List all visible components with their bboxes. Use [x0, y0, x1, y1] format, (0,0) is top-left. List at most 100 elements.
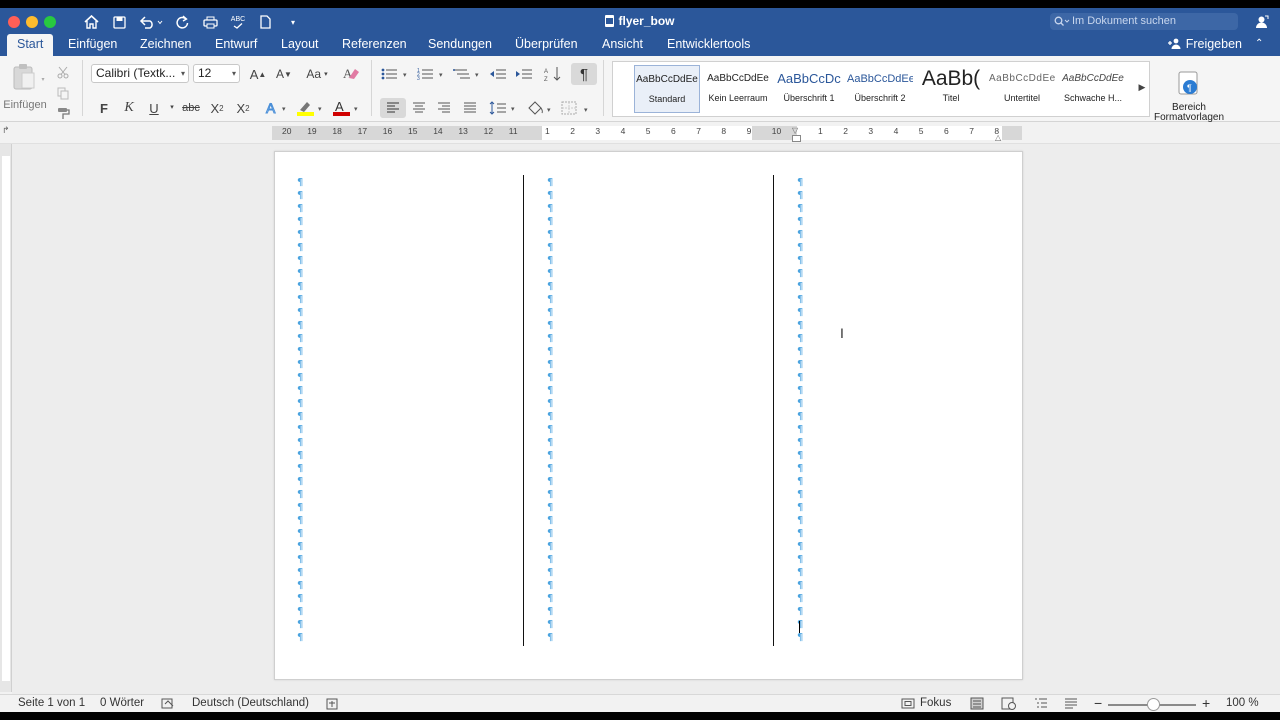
- style-standard[interactable]: AaBbCcDdEe Standard: [634, 65, 700, 113]
- align-left-icon[interactable]: [380, 98, 406, 118]
- left-indent-marker-icon[interactable]: [792, 135, 801, 142]
- paste-options-chevron-icon[interactable]: ▾: [40, 76, 46, 83]
- align-center-icon[interactable]: [409, 98, 429, 118]
- ruler-number: 9: [746, 126, 752, 136]
- style-kein-leerraum[interactable]: AaBbCcDdEe Kein Leerraum: [705, 65, 771, 113]
- tab-einfuegen[interactable]: Einfügen: [68, 34, 117, 56]
- outline-view-icon[interactable]: [1034, 697, 1048, 712]
- paragraph-mark: ¶: [547, 359, 554, 370]
- paragraph-mark: ¶: [547, 580, 554, 591]
- show-formatting-marks-button[interactable]: ¶: [571, 63, 597, 85]
- right-indent-marker-icon[interactable]: △: [995, 133, 1001, 142]
- tab-stop-selector-icon[interactable]: ↱: [2, 125, 10, 136]
- sort-icon[interactable]: AZ: [543, 65, 565, 83]
- style-titel[interactable]: AaBb( Titel: [918, 65, 984, 113]
- feedback-icon[interactable]: [1252, 12, 1270, 32]
- vertical-ruler[interactable]: [0, 144, 12, 692]
- bold-button[interactable]: F: [96, 99, 112, 117]
- chevron-down-icon: ▾: [180, 69, 185, 78]
- underline-options-chevron-icon[interactable]: ▾: [168, 103, 176, 111]
- shrink-font-icon[interactable]: A ▼: [273, 65, 295, 83]
- font-color-icon[interactable]: A ▾: [331, 99, 363, 117]
- paragraph-mark: ¶: [547, 541, 554, 552]
- copy-icon[interactable]: [55, 85, 71, 101]
- style-ueberschrift-1[interactable]: AaBbCcDc Überschrift 1: [776, 65, 842, 113]
- svg-text:¶: ¶: [1187, 83, 1192, 93]
- underline-button[interactable]: U: [146, 99, 162, 117]
- tab-ueberpruefen[interactable]: Überprüfen: [515, 34, 578, 56]
- document-search-input[interactable]: Im Dokument suchen: [1050, 13, 1238, 30]
- text-cursor: [799, 621, 800, 633]
- text-effects-icon[interactable]: A ▾: [264, 99, 292, 117]
- print-layout-icon[interactable]: [970, 697, 984, 712]
- strikethrough-button[interactable]: abc: [180, 99, 202, 117]
- paragraph-mark: ¶: [797, 203, 804, 214]
- style-ueberschrift-2[interactable]: AaBbCcDdEe Überschrift 2: [847, 65, 913, 113]
- clear-formatting-icon[interactable]: A: [340, 64, 362, 84]
- share-button[interactable]: Freigeben: [1168, 37, 1242, 51]
- tab-layout[interactable]: Layout: [281, 34, 319, 56]
- style-sample: AaBbCcDdEe: [989, 73, 1055, 84]
- tab-referenzen[interactable]: Referenzen: [342, 34, 407, 56]
- paragraph-mark: ¶: [547, 242, 554, 253]
- italic-button[interactable]: K: [121, 99, 137, 117]
- style-sample: AaBbCcDdEe: [847, 73, 913, 85]
- multilevel-list-icon[interactable]: ▾: [452, 65, 484, 83]
- styles-pane-icon[interactable]: ¶: [1175, 70, 1203, 98]
- styles-more-arrow-icon[interactable]: ▶: [1136, 79, 1148, 95]
- tab-sendungen[interactable]: Sendungen: [428, 34, 492, 56]
- align-right-icon[interactable]: [434, 98, 454, 118]
- zoom-out-icon[interactable]: −: [1094, 695, 1102, 711]
- language-status[interactable]: Deutsch (Deutschland): [192, 697, 309, 709]
- style-schwache-hervorhebung[interactable]: AaBbCcDdEe Schwache H...: [1060, 65, 1126, 113]
- borders-icon[interactable]: ▾: [559, 98, 593, 118]
- style-untertitel[interactable]: AaBbCcDdEe Untertitel: [989, 65, 1055, 113]
- search-icon: [1054, 16, 1070, 26]
- document-page[interactable]: ¶ ¶ ¶ ¶ ¶ ¶ ¶ ¶ ¶ ¶ ¶ ¶ ¶ ¶ ¶ ¶ ¶ ¶ ¶ ¶ ¶ ¶ ¶ ¶ ¶ ¶ ¶ ¶ ¶ ¶ ¶ ¶ ¶ ¶ ¶ ¶ ¶ ¶ ¶…: [274, 151, 1023, 680]
- numbering-icon[interactable]: 1 2 3 ▾: [416, 65, 448, 83]
- paragraph-mark: ¶: [297, 411, 304, 422]
- paragraph-mark: ¶: [547, 281, 554, 292]
- first-line-indent-marker-icon[interactable]: ▽: [792, 126, 798, 135]
- draft-view-icon[interactable]: [1064, 697, 1078, 712]
- format-painter-icon[interactable]: [55, 105, 71, 121]
- paragraph-mark: ¶: [797, 450, 804, 461]
- decrease-indent-icon[interactable]: [487, 65, 509, 83]
- paste-button[interactable]: [8, 60, 40, 94]
- zoom-slider-thumb[interactable]: [1147, 698, 1160, 711]
- style-sample: AaBbCcDdEe: [1062, 73, 1124, 84]
- font-size-combo[interactable]: 12 ▾: [193, 64, 240, 83]
- collapse-ribbon-chevron-icon[interactable]: ⌃: [1255, 34, 1263, 56]
- focus-mode-button[interactable]: Fokus: [920, 697, 951, 709]
- page-count[interactable]: Seite 1 von 1: [18, 697, 85, 709]
- tab-zeichnen[interactable]: Zeichnen: [140, 34, 191, 56]
- proofing-icon[interactable]: [161, 698, 175, 712]
- grow-font-icon[interactable]: A ▲: [247, 65, 269, 83]
- tab-entwicklertools[interactable]: Entwicklertools: [667, 34, 750, 56]
- tab-start[interactable]: Start: [7, 34, 54, 56]
- web-layout-icon[interactable]: [1001, 697, 1017, 712]
- highlight-color-icon[interactable]: ▾: [295, 99, 327, 117]
- style-label: Schwache H...: [1063, 93, 1123, 103]
- font-name-combo[interactable]: Calibri (Textk... ▾: [91, 64, 189, 83]
- zoom-level[interactable]: 100 %: [1226, 697, 1259, 709]
- tab-entwurf[interactable]: Entwurf: [215, 34, 257, 56]
- cut-icon[interactable]: [55, 64, 71, 80]
- paragraph-mark: ¶: [797, 567, 804, 578]
- change-case-icon[interactable]: Aa ▾: [302, 65, 332, 83]
- shading-icon[interactable]: ▾: [525, 98, 555, 118]
- line-spacing-icon[interactable]: ▾: [488, 98, 520, 118]
- tab-ansicht[interactable]: Ansicht: [602, 34, 643, 56]
- accessibility-icon[interactable]: [326, 698, 338, 712]
- subscript-icon[interactable]: X2: [207, 99, 227, 117]
- horizontal-ruler[interactable]: ↱ 20 19 18 17 16 15 14 13 12 11 1 2 3 4 5 6 7 8 9 10 12345…: [0, 122, 1280, 144]
- bullets-icon[interactable]: ▾: [380, 65, 412, 83]
- justify-icon[interactable]: [460, 98, 480, 118]
- word-count[interactable]: 0 Wörter: [100, 697, 144, 709]
- focus-icon[interactable]: [901, 698, 915, 712]
- paragraph-mark: ¶: [547, 515, 554, 526]
- superscript-icon[interactable]: X2: [233, 99, 253, 117]
- zoom-in-icon[interactable]: +: [1202, 695, 1210, 711]
- paragraph-mark: ¶: [547, 294, 554, 305]
- increase-indent-icon[interactable]: [513, 65, 535, 83]
